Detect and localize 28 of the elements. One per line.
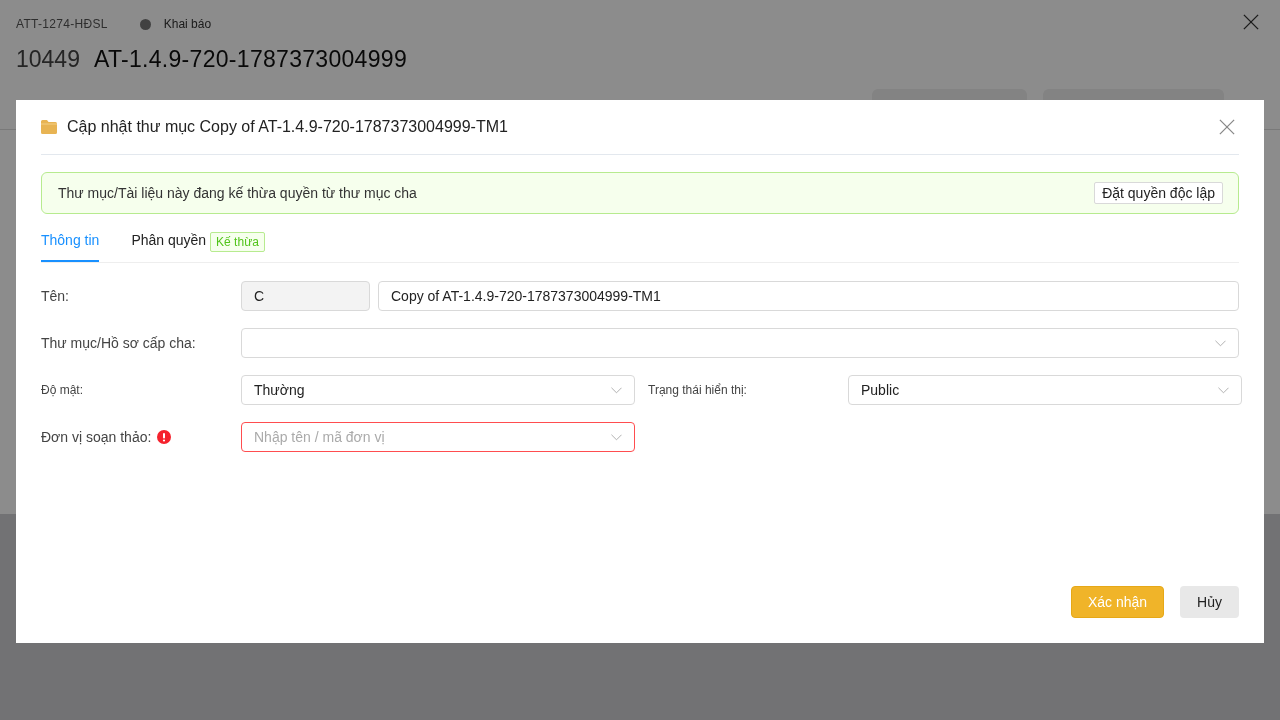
folder-icon (41, 120, 57, 134)
tab[interactable]: Phân quyền (131, 222, 207, 262)
select-field[interactable]: Thường (241, 375, 635, 405)
close-icon[interactable] (1243, 14, 1259, 30)
status-label: Khai báo (163, 17, 212, 31)
close-icon[interactable] (1219, 119, 1235, 135)
field-label: Tên: (41, 288, 69, 304)
prefix-field[interactable]: C (241, 281, 370, 311)
inherit-tag: Kế thừa (210, 232, 265, 252)
field-label: Trạng thái hiển thị: (648, 383, 747, 397)
name-field[interactable]: Copy of AT-1.4.9-720-1787373004999-TM1 (378, 281, 1239, 311)
chevron-down-icon (1215, 339, 1226, 347)
field-label: Thư mục/Hồ sơ cấp cha: (41, 335, 196, 351)
field-label: Độ mật: (41, 383, 83, 397)
select-field[interactable] (241, 328, 1239, 358)
record-number: 10449 (16, 46, 80, 73)
cancel-button[interactable]: Hủy (1180, 586, 1239, 618)
alert-message: Thư mục/Tài liệu này đang kế thừa quyền từ thư mục cha (58, 185, 417, 201)
select-field[interactable]: Public (848, 375, 1242, 405)
status-dot (139, 18, 151, 30)
chevron-down-icon (611, 386, 622, 394)
dialog-title: Cập nhật thư mục Copy of AT-1.4.9-720-1787373004999-TM1 (67, 118, 509, 136)
chevron-down-icon (611, 433, 622, 441)
record-title: AT-1.4.9-720-1787373004999 (93, 46, 407, 73)
chevron-down-icon (1218, 386, 1229, 394)
record-code: ATT-1274-HĐSL (16, 17, 108, 31)
field-label: Đơn vị soạn thảo: (41, 429, 152, 445)
independent-permission-button[interactable]: Đặt quyền độc lập (1094, 182, 1223, 204)
